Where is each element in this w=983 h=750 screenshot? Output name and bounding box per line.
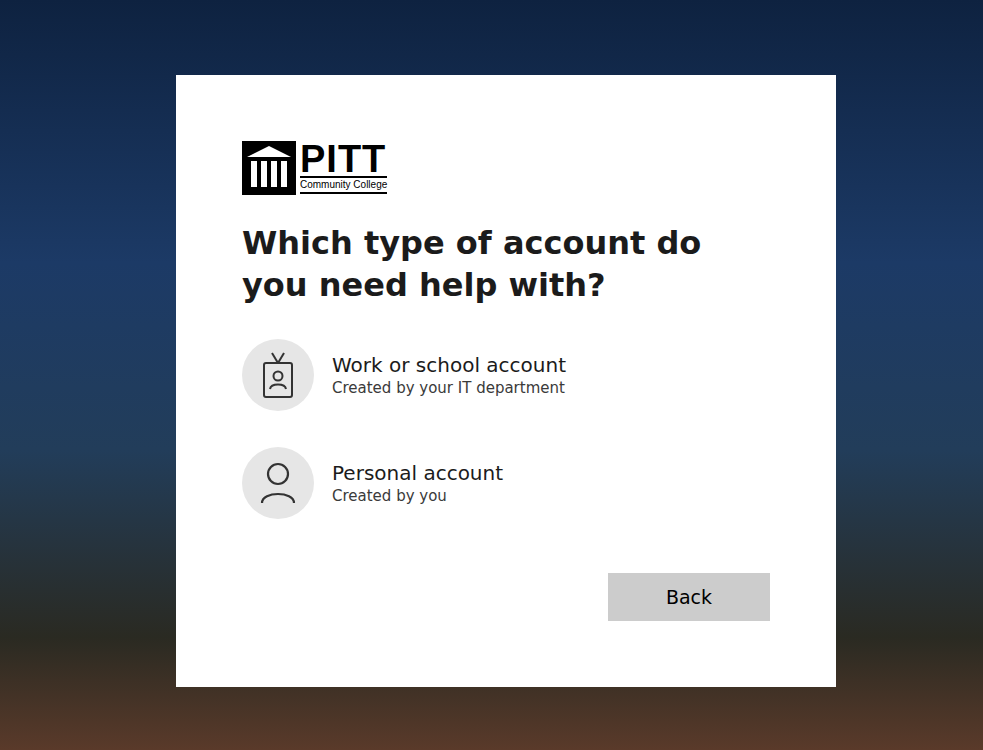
logo-name: PITT xyxy=(300,142,387,178)
account-help-card: PITTCommunity College Which type of accou… xyxy=(176,75,836,687)
option-icon-circle xyxy=(242,447,314,519)
account-option[interactable]: Personal accountCreated by you xyxy=(242,447,770,519)
building-icon xyxy=(242,141,296,195)
logo-text: PITTCommunity College xyxy=(300,142,387,194)
account-option[interactable]: Work or school accountCreated by your IT… xyxy=(242,339,770,411)
college-logo: PITTCommunity College xyxy=(242,140,770,195)
heading: Which type of account do you need help w… xyxy=(242,222,762,306)
option-title: Personal account xyxy=(332,460,503,486)
logo-subtitle: Community College xyxy=(300,178,387,194)
person-icon xyxy=(258,461,298,505)
background-photo: PITTCommunity College Which type of accou… xyxy=(0,0,983,750)
option-text: Work or school accountCreated by your IT… xyxy=(332,352,566,398)
account-options: Work or school accountCreated by your IT… xyxy=(242,339,770,519)
footer: Back xyxy=(242,573,770,621)
option-subtitle: Created by your IT department xyxy=(332,378,566,398)
option-text: Personal accountCreated by you xyxy=(332,460,503,506)
option-title: Work or school account xyxy=(332,352,566,378)
back-button[interactable]: Back xyxy=(608,573,770,621)
option-subtitle: Created by you xyxy=(332,486,503,506)
option-icon-circle xyxy=(242,339,314,411)
badge-icon xyxy=(260,351,296,399)
